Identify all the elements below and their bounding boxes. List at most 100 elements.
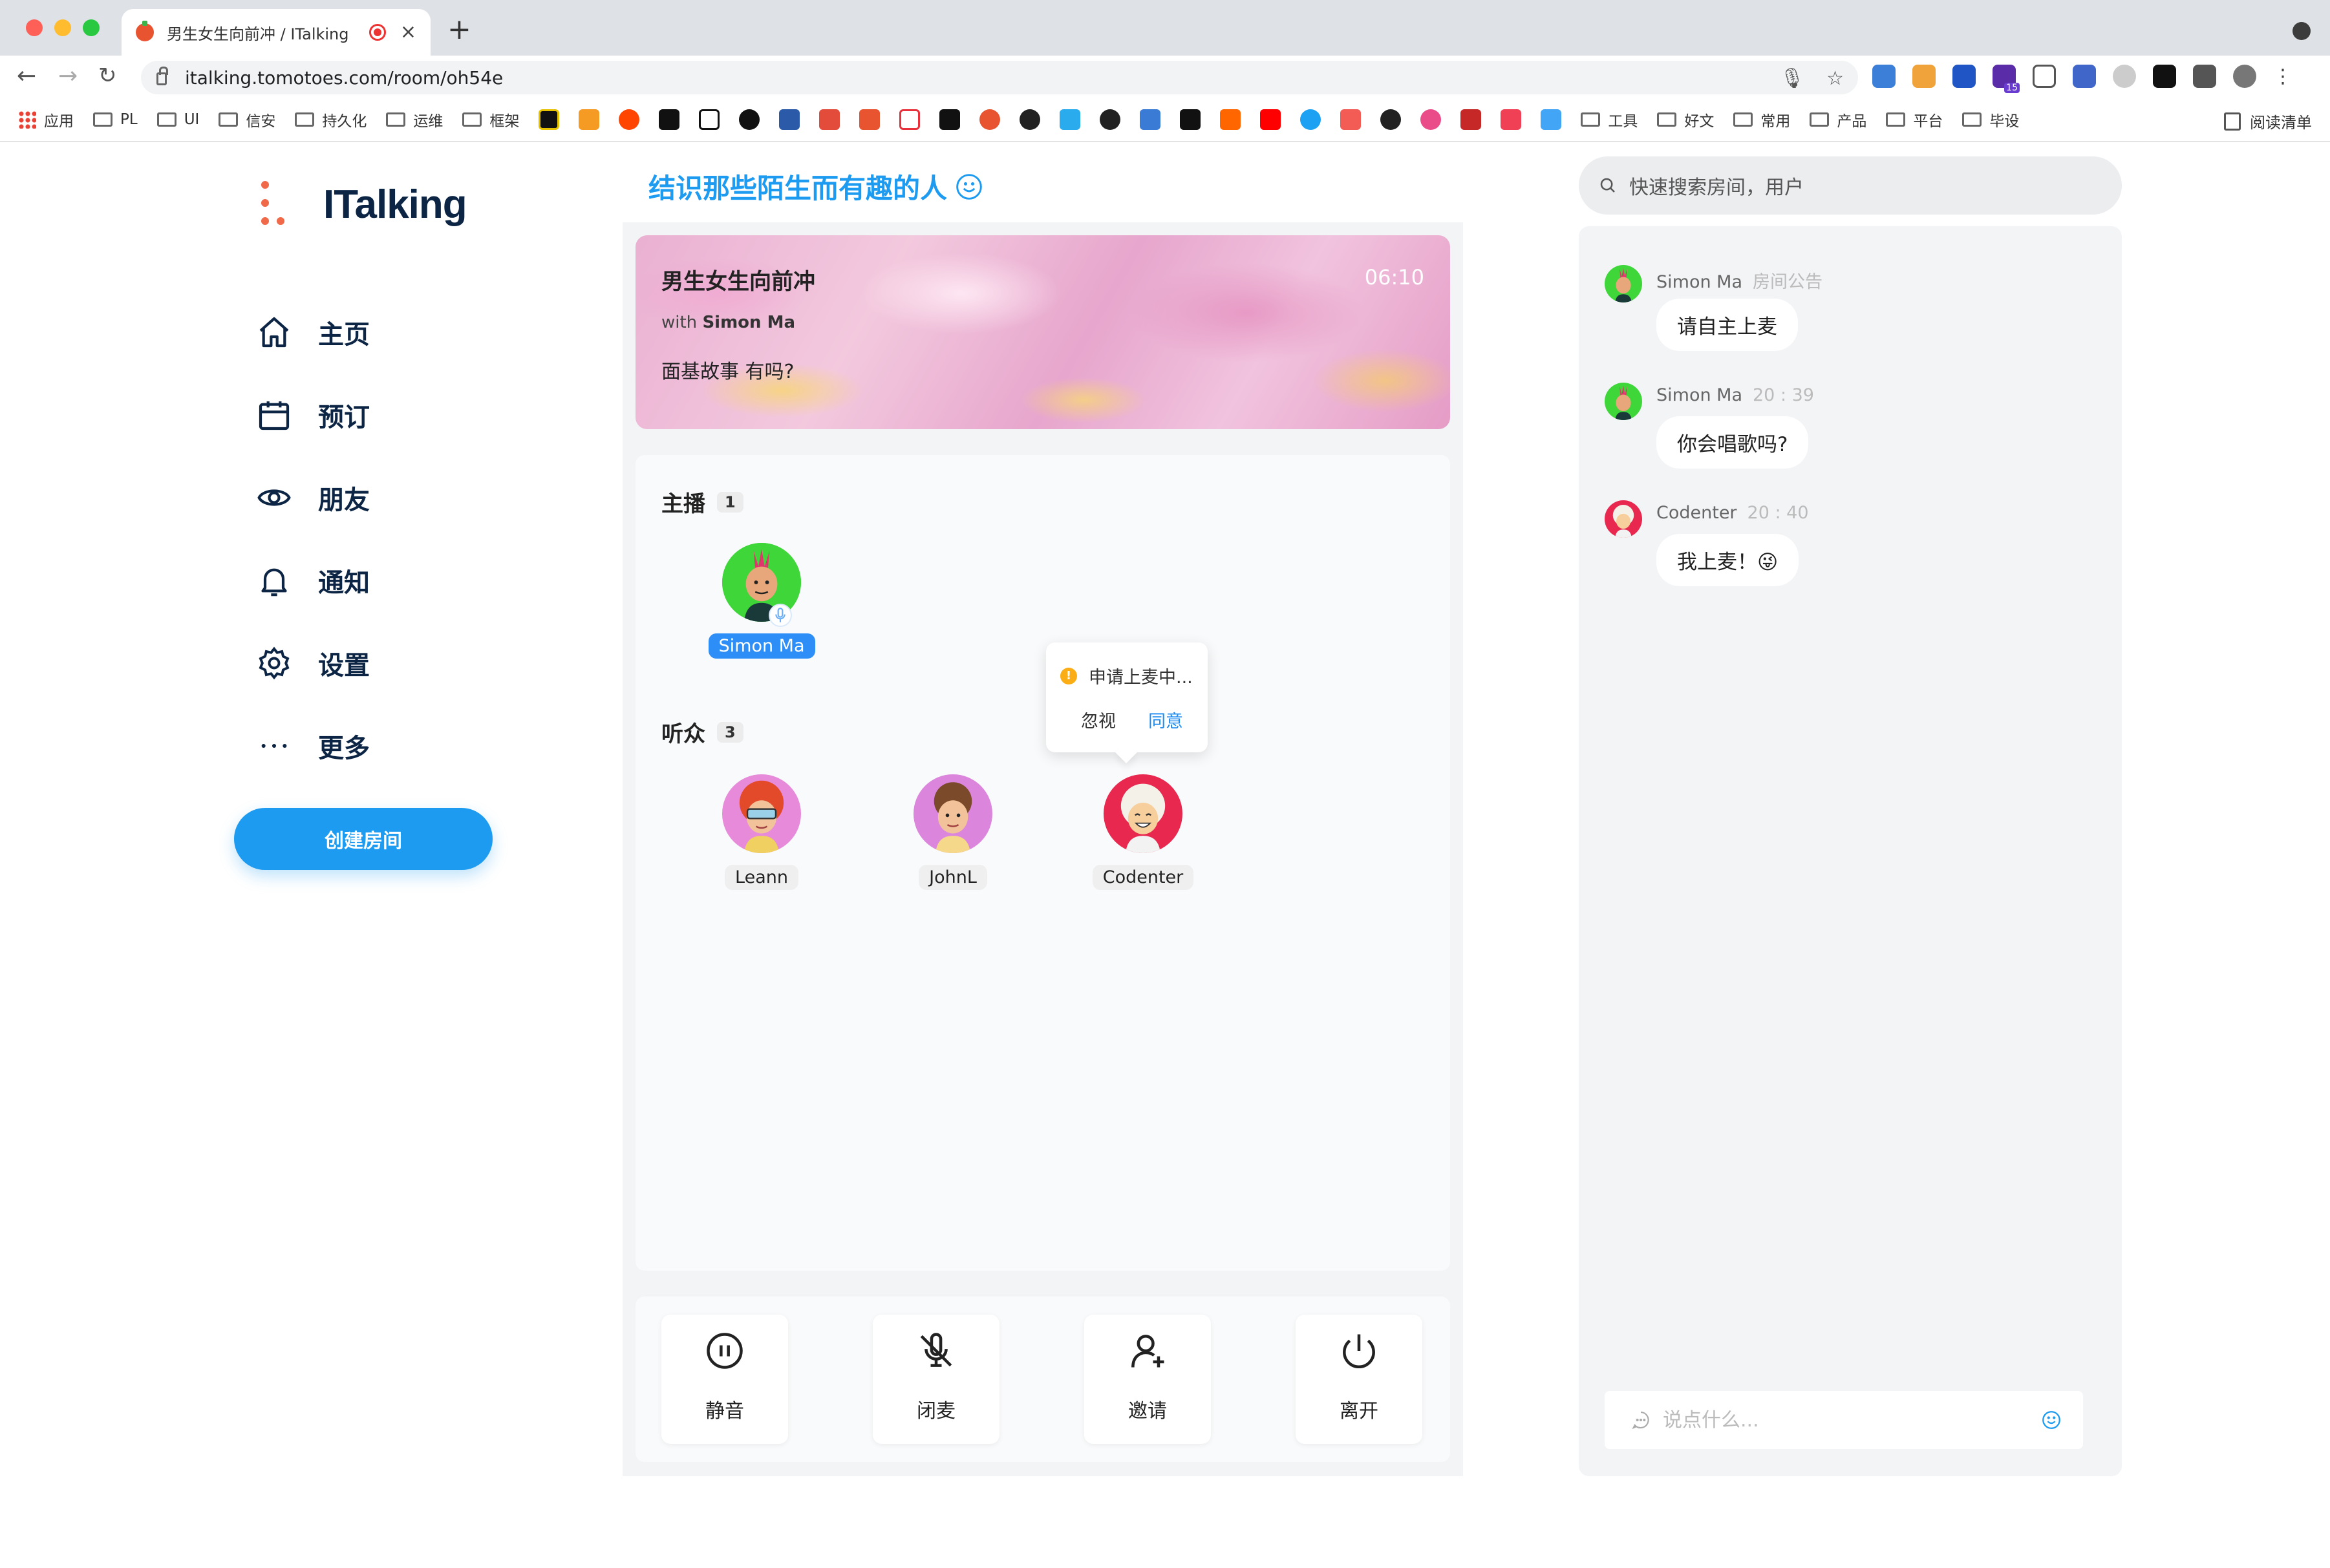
close-window-button[interactable]: [26, 19, 43, 36]
hacker-news-icon[interactable]: [1220, 109, 1241, 130]
github-icon[interactable]: [1100, 109, 1121, 130]
nav-item-booking[interactable]: 预订: [256, 374, 370, 456]
bookmark-folder[interactable]: 常用: [1733, 109, 1790, 131]
address-bar[interactable]: italking.tomotoes.com/room/oh54e 🎙 ☆: [141, 61, 1858, 94]
minimize-window-button[interactable]: [54, 19, 71, 36]
bookmark-site-icon[interactable]: [1140, 109, 1161, 130]
tab-search-button[interactable]: [2293, 22, 2311, 40]
bookmark-folder[interactable]: UI: [156, 111, 199, 128]
reading-list-button[interactable]: 阅读清单: [2224, 110, 2312, 132]
bookmark-folder[interactable]: 持久化: [295, 109, 367, 131]
bookmark-site-icon[interactable]: [539, 109, 560, 130]
twitter-icon[interactable]: [1300, 109, 1321, 130]
bookmark-apps[interactable]: 应用: [18, 109, 74, 131]
medium-icon[interactable]: [939, 109, 961, 130]
bookmark-site-icon[interactable]: [779, 109, 800, 130]
extension-icon[interactable]: [2153, 65, 2176, 88]
url-text: italking.tomotoes.com/room/oh54e: [185, 67, 504, 89]
bookmark-folder[interactable]: PL: [93, 111, 138, 128]
gmail-icon[interactable]: [1460, 109, 1482, 130]
chat-meta: Simon Ma 房间公告: [1656, 268, 1822, 293]
bookmark-site-icon[interactable]: [1180, 109, 1201, 130]
chat-bubble: 我上麦！😜: [1656, 534, 1799, 586]
host-speaker[interactable]: Simon Ma: [700, 543, 823, 659]
hosts-count-badge: 1: [717, 491, 743, 513]
create-room-button[interactable]: 创建房间: [234, 808, 493, 870]
ignore-button[interactable]: 忽视: [1081, 707, 1116, 732]
reload-button[interactable]: ↻: [98, 65, 117, 87]
bookmark-star-icon[interactable]: ☆: [1826, 67, 1844, 90]
italking-app: ITalking 主页 预订 朋友 通知 设置 更多 创建房间 结识那些陌生而有…: [0, 142, 2330, 1568]
forward-button[interactable]: →: [58, 65, 78, 88]
avatar-simon-ma: [1605, 265, 1642, 302]
chat-tag: 房间公告: [1753, 272, 1822, 292]
browser-toolbar: ← → ↻ italking.tomotoes.com/room/oh54e 🎙…: [0, 56, 2330, 98]
extension-icon[interactable]: [2073, 65, 2096, 88]
extension-icon[interactable]: [1952, 65, 1976, 88]
mute-button[interactable]: 静音: [661, 1315, 788, 1444]
agree-button[interactable]: 同意: [1148, 707, 1183, 732]
microphone-icon[interactable]: 🎙: [1780, 67, 1804, 90]
browser-tab[interactable]: 男生女生向前冲 / ITalking ×: [122, 9, 431, 56]
youtube-icon[interactable]: [1260, 109, 1281, 130]
bookmark-folder[interactable]: 运维: [386, 109, 443, 131]
folder-icon: [386, 112, 406, 127]
bookmark-folder[interactable]: 信安: [219, 109, 275, 131]
github-icon[interactable]: [1020, 109, 1041, 130]
chat-time: 20 : 40: [1747, 503, 1809, 523]
logo-dots-icon: [257, 181, 290, 228]
puzzle-icon[interactable]: [2193, 65, 2216, 88]
bookmark-site-icon[interactable]: [699, 109, 720, 130]
extension-icon[interactable]: [1912, 65, 1936, 88]
nav-item-notifications[interactable]: 通知: [256, 539, 370, 622]
bookmark-site-icon[interactable]: [739, 109, 760, 130]
room-controls: 静音 闭麦 邀请 离开: [636, 1297, 1450, 1462]
nav-item-home[interactable]: 主页: [256, 291, 370, 374]
bookmark-folder[interactable]: 工具: [1581, 109, 1638, 131]
bookmark-folder[interactable]: 好文: [1657, 109, 1714, 131]
chat-meta: Simon Ma 20 : 39: [1656, 385, 1814, 405]
listener-name: JohnL: [919, 865, 987, 890]
bookmark-site-icon[interactable]: [899, 109, 921, 130]
new-tab-button[interactable]: +: [447, 16, 471, 44]
bookmark-site-icon[interactable]: [1380, 109, 1402, 130]
nav-item-more[interactable]: 更多: [256, 705, 370, 787]
emoji-icon[interactable]: [2040, 1409, 2062, 1431]
chat-input[interactable]: [1663, 1408, 2040, 1432]
nav-item-friends[interactable]: 朋友: [256, 456, 370, 539]
extension-icon[interactable]: [1872, 65, 1896, 88]
pocket-icon[interactable]: [2033, 65, 2056, 88]
bookmark-site-icon[interactable]: [819, 109, 840, 130]
bookmark-site-icon[interactable]: [1340, 109, 1362, 130]
back-button[interactable]: ←: [17, 65, 36, 88]
mic-off-button[interactable]: 闭麦: [873, 1315, 999, 1444]
profile-avatar[interactable]: [2233, 65, 2256, 88]
listener[interactable]: Leann: [700, 774, 823, 890]
leave-button[interactable]: 离开: [1296, 1315, 1422, 1444]
maximize-window-button[interactable]: [83, 19, 100, 36]
menu-kebab-icon[interactable]: ⋮: [2273, 65, 2293, 88]
listener[interactable]: JohnL: [892, 774, 1014, 890]
bookmark-site-icon[interactable]: [1541, 109, 1562, 130]
reddit-icon[interactable]: [619, 109, 640, 130]
pocket-icon[interactable]: [1501, 109, 1522, 130]
listener[interactable]: Codenter: [1082, 774, 1204, 890]
nav-item-settings[interactable]: 设置: [256, 622, 370, 705]
bookmark-folder[interactable]: 产品: [1810, 109, 1866, 131]
tomato-icon[interactable]: [979, 109, 1001, 130]
bookmark-folder[interactable]: 平台: [1886, 109, 1943, 131]
telegram-icon[interactable]: [1060, 109, 1081, 130]
app-logo[interactable]: ITalking: [257, 181, 467, 228]
dribbble-icon[interactable]: [1420, 109, 1442, 130]
extension-icon[interactable]: 15: [1993, 65, 2020, 93]
bookmark-folder[interactable]: 框架: [462, 109, 519, 131]
invite-button[interactable]: 邀请: [1084, 1315, 1211, 1444]
bookmark-folder[interactable]: 毕设: [1962, 109, 2019, 131]
search-bar[interactable]: 快速搜索房间，用户: [1579, 156, 2122, 215]
bookmark-site-icon[interactable]: [859, 109, 881, 130]
bookmark-site-icon[interactable]: [659, 109, 680, 130]
extension-icon[interactable]: [2113, 65, 2136, 88]
bookmark-site-icon[interactable]: [579, 109, 600, 130]
smile-icon[interactable]: [955, 173, 983, 201]
close-tab-icon[interactable]: ×: [400, 23, 416, 42]
